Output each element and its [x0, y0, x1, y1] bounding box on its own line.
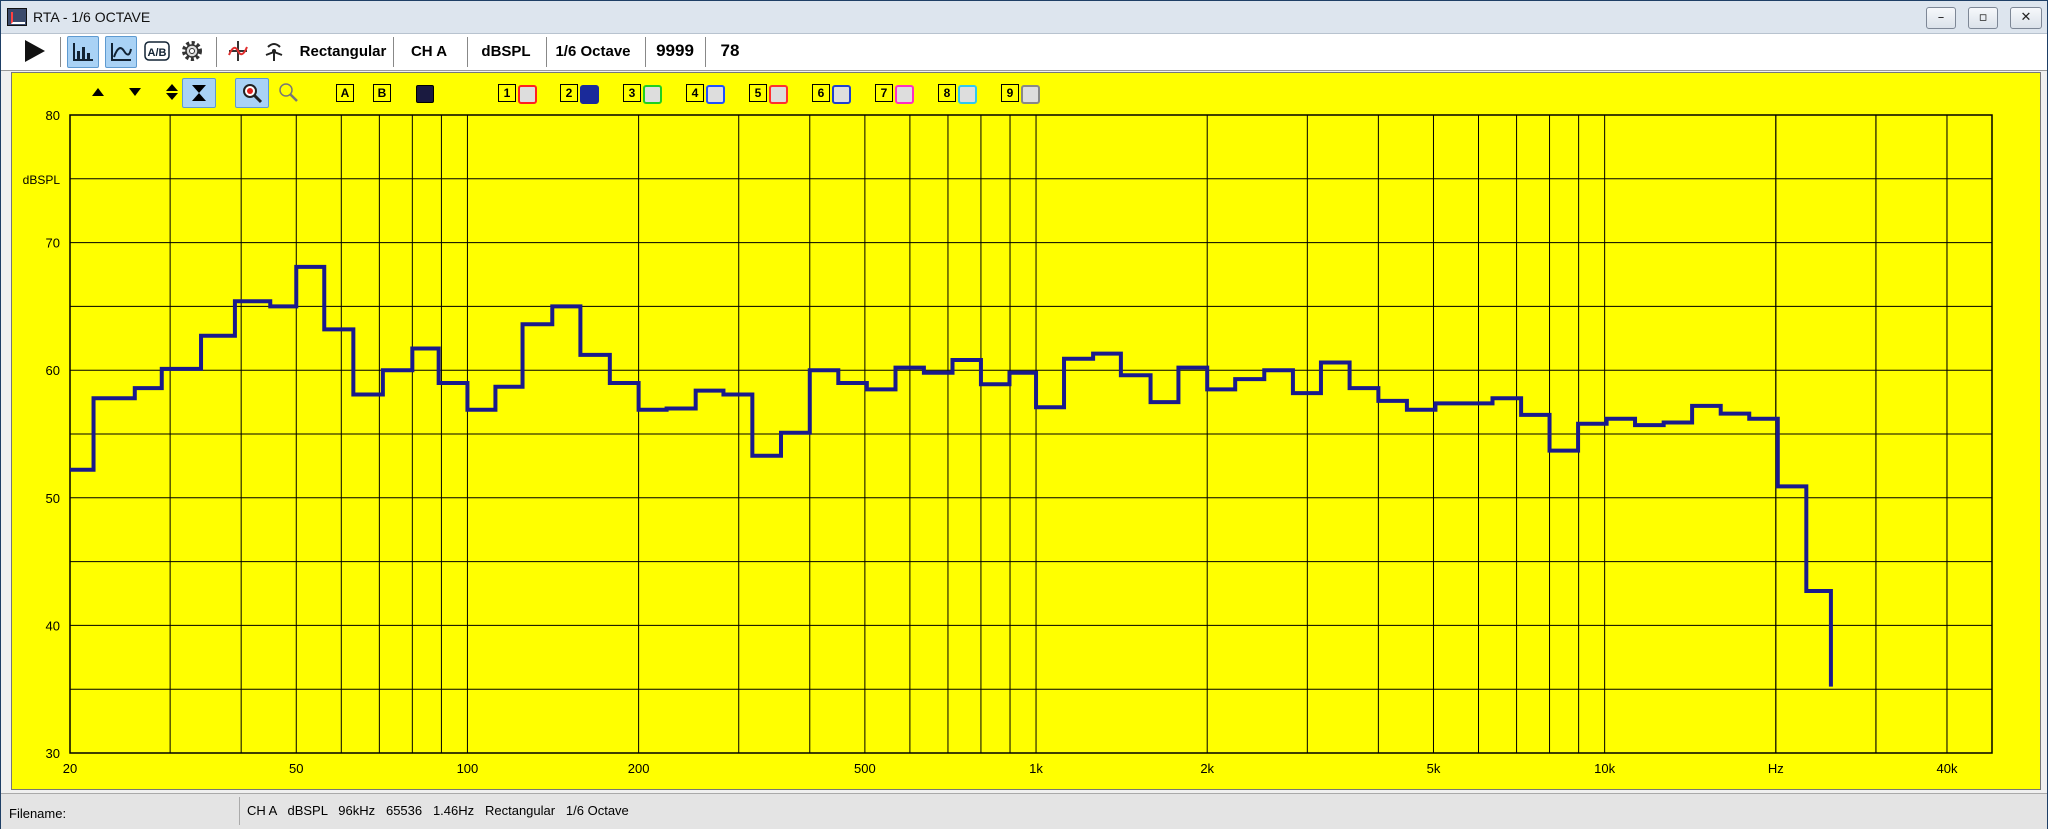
app-window: RTA - 1/6 OCTAVE – ▫ ✕ A/B Rectangular C [0, 0, 2048, 829]
rta-chart[interactable]: 30 40 50 60 70 80 dBSPL 20 50 100 200 500 1k 2k 5k 10k H… [12, 73, 2040, 789]
separator [705, 37, 706, 67]
curve-view-button[interactable] [105, 36, 137, 68]
y-axis-label: dBSPL [23, 173, 61, 187]
units-selector[interactable]: dBSPL [475, 36, 537, 66]
x-tick-label: 2k [1200, 761, 1214, 776]
status-bar: Filename: CH A dBSPL 96kHz 65536 1.46Hz … [1, 793, 2047, 829]
minimize-button[interactable]: – [1926, 7, 1956, 29]
filename-label: Filename: [9, 806, 67, 821]
separator [60, 37, 61, 67]
play-button[interactable] [17, 36, 51, 66]
count-field: 78 [720, 41, 740, 60]
window-type-selector[interactable]: Rectangular [299, 36, 387, 66]
ab-icon: A/B [144, 41, 170, 61]
settings-button[interactable] [177, 36, 207, 66]
separator [467, 37, 468, 67]
x-tick-label: 1k [1029, 761, 1043, 776]
y-tick-label: 40 [46, 618, 60, 633]
x-tick-label: 100 [457, 761, 479, 776]
y-tick-label: 80 [46, 108, 60, 123]
curve-icon [111, 43, 132, 61]
gear-icon [182, 41, 202, 61]
main-toolbar: A/B Rectangular CH A dBSPL 1/6 Octave 99… [1, 34, 2047, 71]
bar-graph-icon [73, 43, 93, 61]
x-tick-label: 200 [628, 761, 650, 776]
channel-selector[interactable]: CH A [401, 36, 457, 66]
svg-text:A/B: A/B [148, 47, 167, 59]
separator [645, 37, 646, 67]
title-bar: RTA - 1/6 OCTAVE – ▫ ✕ [1, 1, 2047, 34]
averages-field[interactable]: 9999 [651, 36, 699, 66]
play-icon [25, 40, 45, 62]
window-title: RTA - 1/6 OCTAVE [33, 9, 151, 25]
spectrum-view-button[interactable] [67, 36, 99, 68]
x-tick-label: 10k [1594, 761, 1615, 776]
ab-compare-button[interactable]: A/B [142, 36, 172, 66]
maximize-button[interactable]: ▫ [1968, 7, 1998, 29]
filename-panel: Filename: [1, 797, 240, 825]
x-tick-label: 40k [1936, 761, 1957, 776]
y-tick-label: 30 [46, 746, 60, 761]
separator [216, 37, 217, 67]
x-tick-label: 500 [854, 761, 876, 776]
crosshair-icon [228, 41, 248, 61]
signal-button[interactable] [259, 36, 289, 66]
separator [393, 37, 394, 67]
plot-area[interactable]: A B 1 2 3 4 5 6 7 8 9 30 40 50 60 70 80 dBSPL 2… [11, 72, 2041, 790]
resolution-selector[interactable]: 1/6 Octave [553, 36, 633, 66]
antenna-icon [265, 43, 283, 61]
spectrum-trace [70, 264, 1833, 687]
app-icon [7, 8, 27, 26]
x-tick-label: 20 [63, 761, 77, 776]
x-tick-label: 5k [1427, 761, 1441, 776]
y-tick-label: 70 [46, 236, 60, 251]
separator [546, 37, 547, 67]
x-tick-label: Hz [1768, 761, 1784, 776]
x-tick-label: 50 [289, 761, 303, 776]
close-button[interactable]: ✕ [2010, 7, 2042, 29]
y-tick-label: 50 [46, 491, 60, 506]
y-tick-label: 60 [46, 363, 60, 378]
status-info: CH A dBSPL 96kHz 65536 1.46Hz Rectangula… [247, 803, 629, 818]
cursor-button[interactable] [223, 36, 253, 66]
